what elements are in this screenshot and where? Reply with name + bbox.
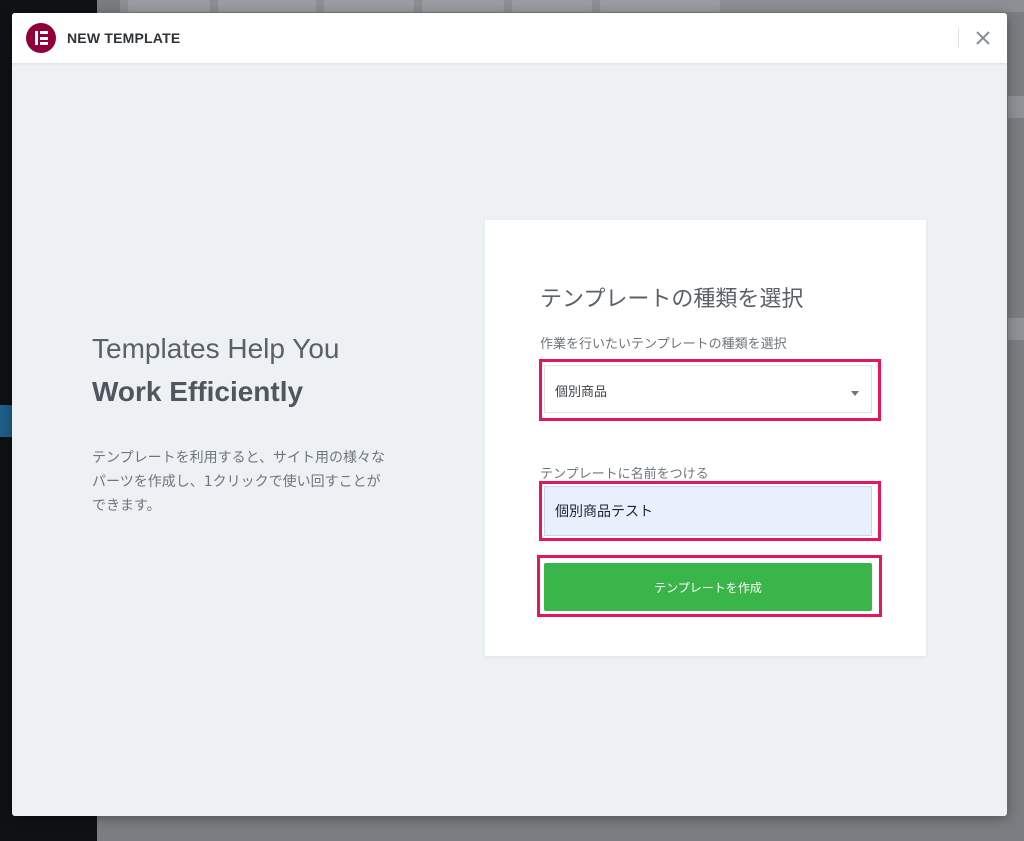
template-form-card: テンプレートの種類を選択 作業を行いたいテンプレートの種類を選択 個別商品 テン…: [485, 220, 926, 656]
new-template-modal: NEW TEMPLATE Templates Help You Work Eff…: [12, 13, 1007, 816]
create-template-button[interactable]: テンプレートを作成: [544, 563, 872, 611]
template-name-label: テンプレートに名前をつける: [540, 467, 709, 482]
elementor-logo-icon: [26, 23, 56, 53]
background-tab: [422, 0, 504, 12]
template-name-input[interactable]: [544, 486, 872, 536]
intro-description: テンプレートを利用すると、サイト用の様々なパーツを作成し、1クリックで使い回すこ…: [92, 450, 386, 514]
background-tab: [218, 0, 316, 12]
intro-heading-line1: Templates Help You: [92, 333, 340, 364]
intro-heading-line2: Work Efficiently: [92, 376, 304, 407]
background-field: [1008, 96, 1024, 118]
background-active-menu: [0, 405, 12, 437]
modal-header: NEW TEMPLATE: [12, 13, 1007, 63]
chevron-down-icon: [851, 391, 859, 396]
close-icon: [976, 31, 990, 45]
background-tab: [512, 0, 592, 12]
header-divider: [958, 28, 959, 48]
form-title: テンプレートの種類を選択: [540, 287, 804, 312]
modal-title: NEW TEMPLATE: [67, 30, 181, 46]
background-tab: [600, 0, 720, 12]
background-tab: [324, 0, 414, 12]
close-button[interactable]: [970, 27, 996, 49]
template-type-select[interactable]: 個別商品: [544, 365, 872, 413]
template-type-label: 作業を行いたいテンプレートの種類を選択: [540, 337, 787, 352]
background-tab: [128, 0, 210, 12]
background-field: [1008, 318, 1024, 340]
template-type-value: 個別商品: [555, 385, 608, 400]
